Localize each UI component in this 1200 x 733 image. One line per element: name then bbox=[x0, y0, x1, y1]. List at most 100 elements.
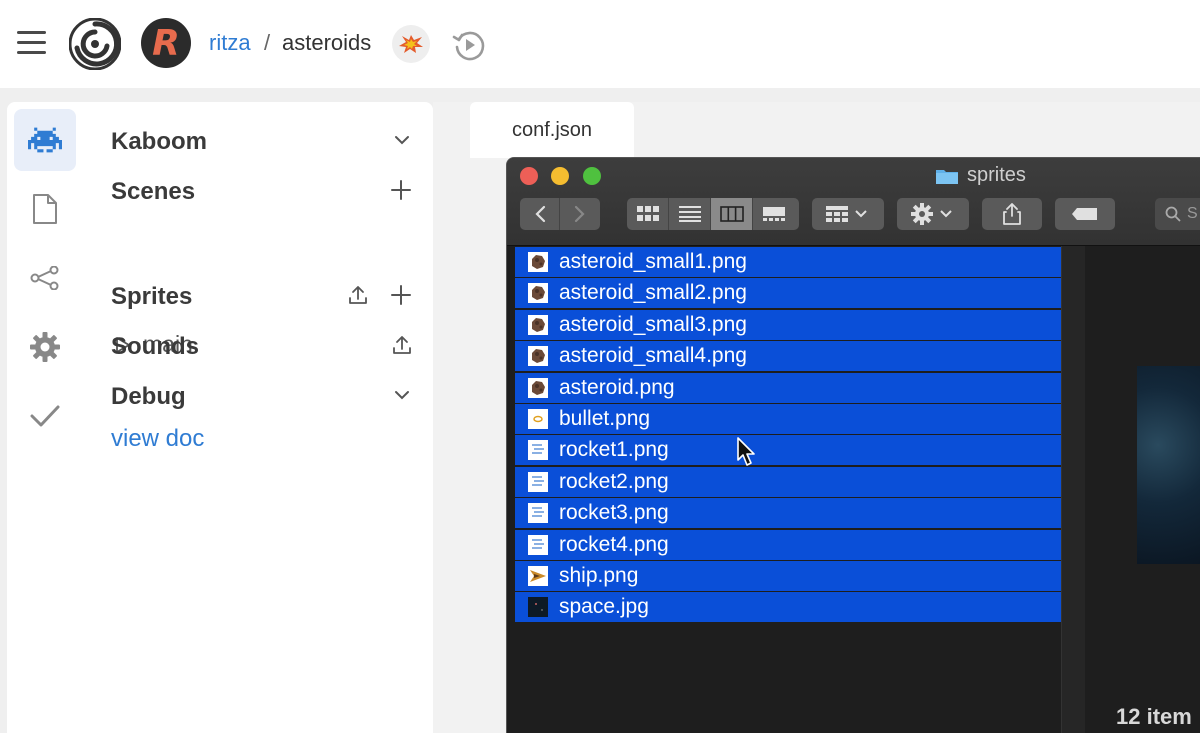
mouse-cursor-icon bbox=[737, 437, 755, 466]
chevron-down-icon[interactable] bbox=[390, 128, 414, 152]
asteroid-file-icon bbox=[527, 345, 549, 367]
minimize-window-button[interactable] bbox=[551, 167, 569, 185]
file-name: rocket3.png bbox=[559, 501, 669, 525]
file-name: asteroid_small3.png bbox=[559, 312, 747, 336]
file-name: asteroid_small2.png bbox=[559, 281, 747, 305]
gallery-icon bbox=[763, 207, 785, 221]
rocket-file-icon bbox=[527, 534, 549, 556]
breadcrumb-repo-name[interactable]: asteroids bbox=[282, 30, 371, 56]
grid-icon bbox=[636, 206, 659, 221]
back-button[interactable] bbox=[520, 198, 560, 230]
action-menu-button[interactable] bbox=[897, 198, 969, 230]
list-icon bbox=[678, 206, 701, 222]
breadcrumb-user-link[interactable]: ritza bbox=[209, 30, 251, 56]
group-icon bbox=[826, 206, 867, 222]
asteroid-file-icon bbox=[527, 282, 549, 304]
share-icon bbox=[1003, 203, 1021, 225]
file-row[interactable]: rocket1.png bbox=[515, 435, 1061, 466]
upload-icon bbox=[349, 286, 367, 304]
file-row[interactable]: bullet.png bbox=[515, 404, 1061, 434]
rail-settings-button[interactable] bbox=[14, 316, 76, 378]
file-name: bullet.png bbox=[559, 407, 651, 430]
section-scenes[interactable]: Scenes bbox=[111, 178, 195, 206]
tab-conf-json[interactable]: conf.json bbox=[470, 102, 634, 158]
file-row[interactable]: asteroid_small3.png bbox=[515, 309, 1061, 340]
upload-sound-button[interactable] bbox=[390, 333, 414, 357]
section-debug[interactable]: Debug bbox=[111, 383, 186, 411]
add-sprite-button[interactable] bbox=[389, 283, 413, 307]
file-name: asteroid_small1.png bbox=[559, 250, 747, 273]
finder-search-field[interactable]: S bbox=[1155, 198, 1200, 230]
forward-button[interactable] bbox=[560, 198, 600, 230]
top-header: R ritza / asteroids bbox=[0, 0, 1200, 88]
column-resizer[interactable] bbox=[1061, 246, 1085, 733]
rocket-file-icon bbox=[527, 439, 549, 461]
file-row[interactable]: asteroid_small4.png bbox=[515, 341, 1061, 372]
file-name: ship.png bbox=[559, 564, 639, 587]
chevron-down-icon[interactable] bbox=[390, 383, 414, 407]
view-doc-link[interactable]: view doc bbox=[111, 425, 204, 453]
rail-kaboom-button[interactable] bbox=[14, 109, 76, 171]
file-row[interactable]: space.jpg bbox=[515, 592, 1061, 623]
group-by-button[interactable] bbox=[812, 198, 884, 230]
share-button[interactable] bbox=[982, 198, 1042, 230]
tags-button[interactable] bbox=[1055, 198, 1115, 230]
file-icon bbox=[33, 194, 57, 224]
plus-icon bbox=[391, 180, 411, 200]
asteroid-file-icon bbox=[527, 314, 549, 336]
tag-icon bbox=[1072, 208, 1097, 220]
bullet-file-icon bbox=[527, 408, 549, 430]
share-nodes-icon bbox=[30, 266, 59, 290]
preview-pane: 12 item bbox=[1085, 246, 1200, 733]
space-invader-icon bbox=[28, 127, 62, 153]
file-row[interactable]: ship.png bbox=[515, 561, 1061, 591]
file-row[interactable]: rocket2.png bbox=[515, 466, 1061, 497]
section-sounds[interactable]: Sounds bbox=[111, 333, 199, 361]
upload-icon bbox=[393, 336, 411, 354]
panel-splitter[interactable] bbox=[433, 102, 458, 733]
section-kaboom[interactable]: Kaboom bbox=[111, 128, 207, 156]
menu-icon[interactable] bbox=[17, 31, 47, 55]
close-window-button[interactable] bbox=[520, 167, 538, 185]
file-row[interactable]: rocket3.png bbox=[515, 498, 1061, 529]
gallery-view-button[interactable] bbox=[753, 198, 795, 230]
user-avatar[interactable]: R bbox=[141, 18, 191, 68]
file-name: asteroid.png bbox=[559, 375, 675, 399]
replit-logo-icon[interactable] bbox=[69, 18, 121, 70]
space-preview-image bbox=[1137, 366, 1200, 564]
file-name: space.jpg bbox=[559, 595, 649, 619]
zoom-window-button[interactable] bbox=[583, 167, 601, 185]
columns-icon bbox=[719, 206, 744, 222]
space-file-icon bbox=[527, 596, 549, 618]
chevron-right-icon bbox=[574, 205, 585, 223]
file-name: asteroid_small4.png bbox=[559, 344, 747, 368]
folder-icon bbox=[936, 169, 958, 184]
list-view-button[interactable] bbox=[669, 198, 711, 230]
finder-title-text: sprites bbox=[967, 164, 1026, 186]
rocket-file-icon bbox=[527, 471, 549, 493]
finder-title: sprites bbox=[935, 164, 1026, 187]
rail-checks-button[interactable] bbox=[14, 385, 76, 447]
upload-sprite-button[interactable] bbox=[346, 283, 370, 307]
nav-buttons bbox=[520, 198, 600, 230]
file-row[interactable]: rocket4.png bbox=[515, 529, 1061, 560]
asteroid-file-icon bbox=[527, 251, 549, 273]
gear-icon bbox=[30, 332, 60, 362]
add-scene-button[interactable] bbox=[389, 178, 413, 202]
gear-icon bbox=[911, 203, 952, 225]
icon-view-button[interactable] bbox=[627, 198, 669, 230]
plus-icon bbox=[391, 285, 411, 305]
file-row[interactable]: asteroid.png bbox=[515, 372, 1061, 403]
file-row[interactable]: asteroid_small2.png bbox=[515, 278, 1061, 309]
section-sprites[interactable]: Sprites bbox=[111, 283, 192, 311]
file-name: rocket1.png bbox=[559, 438, 669, 462]
finder-titlebar[interactable]: sprites S bbox=[507, 158, 1200, 246]
history-icon[interactable] bbox=[451, 27, 487, 63]
file-name: rocket2.png bbox=[559, 469, 669, 493]
rail-version-control-button[interactable] bbox=[14, 247, 76, 309]
rail-files-button[interactable] bbox=[14, 178, 76, 240]
kaboom-language-icon[interactable] bbox=[392, 25, 430, 63]
file-row[interactable]: asteroid_small1.png bbox=[515, 247, 1061, 277]
column-view-button[interactable] bbox=[711, 198, 753, 230]
checkmark-icon bbox=[30, 405, 60, 427]
